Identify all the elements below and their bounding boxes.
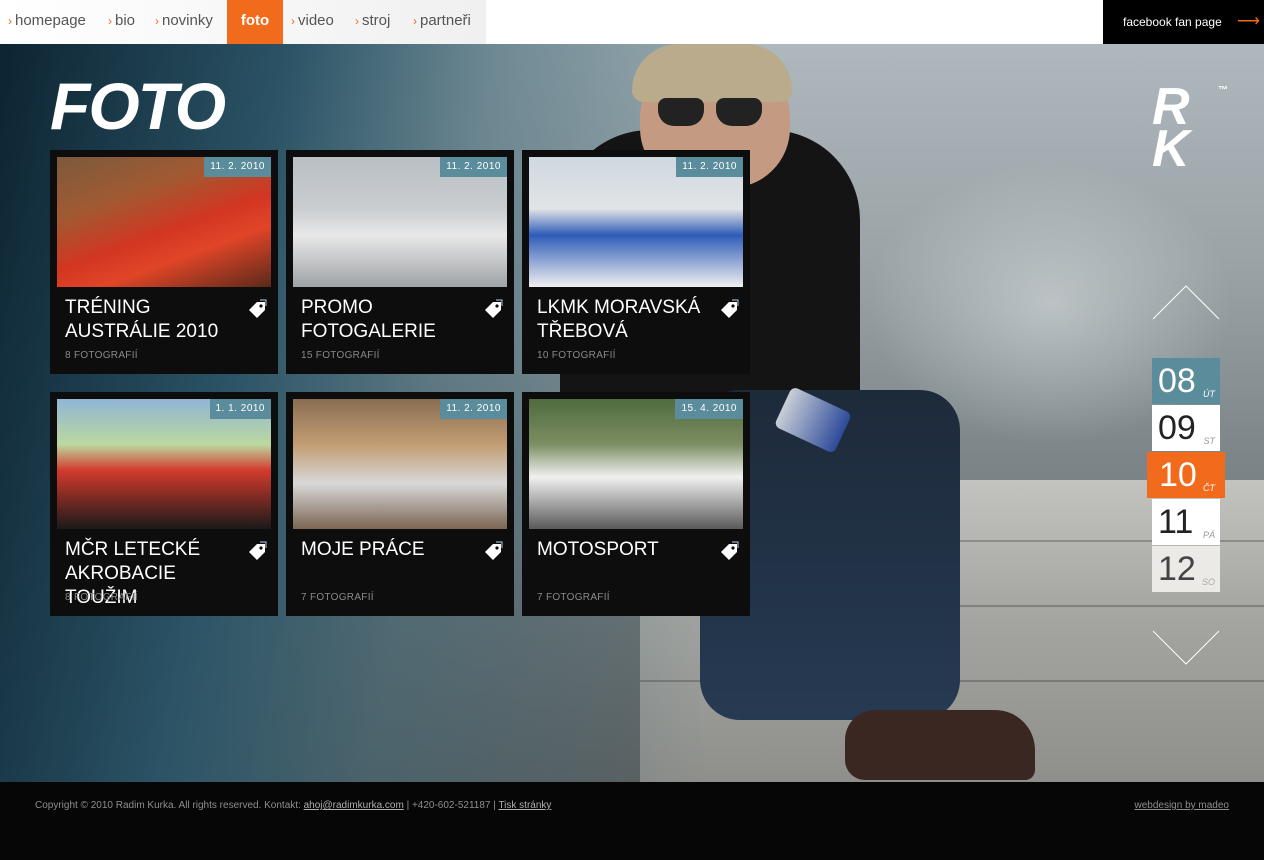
nav-item-bio[interactable]: › bio (108, 0, 135, 44)
arrow-right-icon: ⟶ (1237, 13, 1260, 30)
rk-logo[interactable]: RK ™ (1152, 78, 1232, 186)
page: › homepage › bio › novinky foto › video › str… (0, 0, 1264, 860)
day-number: 11 (1158, 503, 1194, 541)
trademark-mark: ™ (1218, 85, 1228, 96)
gallery-title: MOJE PRÁCE (301, 539, 425, 560)
person-hair (632, 44, 792, 102)
top-bar: › homepage › bio › novinky foto › video › str… (0, 0, 1264, 44)
date-badge: 11. 2. 2010 (440, 157, 507, 177)
arrow-icon: › (155, 14, 159, 28)
gallery-card[interactable]: 11. 2. 2010 PROMO FOTOGALERIE 15 FOTOGRAFI… (286, 150, 514, 374)
main-nav: › homepage › bio › novinky foto › video › str… (0, 0, 486, 44)
nav-item-partneri[interactable]: › partneři (413, 0, 471, 44)
calendar-day[interactable]: 10 ČT (1147, 452, 1225, 498)
day-number: 08 (1158, 362, 1196, 400)
day-number: 10 (1159, 456, 1197, 494)
arrow-icon: › (413, 14, 417, 28)
chevron-up-icon (1152, 285, 1220, 320)
gallery-card[interactable]: 11. 2. 2010 MOJE PRÁCE 7 FOTOGRAFIÍ (286, 392, 514, 616)
gallery-card[interactable]: 11. 2. 2010 TRÉNING AUSTRÁLIE 2010 8 FOTOG… (50, 150, 278, 374)
nav-item-novinky[interactable]: › novinky (155, 0, 213, 44)
nav-label: stroj (362, 12, 391, 29)
date-badge: 11. 2. 2010 (440, 399, 507, 419)
tag-icon (249, 299, 267, 318)
day-number: 09 (1158, 409, 1196, 447)
tag-icon (485, 541, 503, 560)
arrow-icon: › (108, 14, 112, 28)
tag-icon (721, 299, 739, 318)
photo-count: 10 FOTOGRAFIÍ (537, 350, 616, 361)
logo-text: RK (1152, 78, 1190, 178)
nav-label: foto (240, 12, 270, 29)
nav-label: homepage (15, 12, 86, 29)
calendar-day[interactable]: 12 SO (1152, 546, 1220, 592)
sunglasses (658, 98, 762, 126)
copyright-text: Copyright © 2010 Radim Kurka. All rights… (35, 800, 301, 811)
calendar-day[interactable]: 08 ÚT (1152, 358, 1220, 404)
weekday-label: ÚT (1203, 389, 1215, 399)
photo-count: 7 FOTOGRAFIÍ (537, 592, 610, 603)
calendar-up-button[interactable] (1152, 282, 1220, 322)
weekday-label: SO (1201, 577, 1215, 587)
tag-icon (249, 541, 267, 560)
nav-label: video (298, 12, 334, 29)
arrow-icon: › (291, 14, 295, 28)
print-page-link[interactable]: Tisk stránky (498, 800, 551, 811)
date-badge: 11. 2. 2010 (204, 157, 271, 177)
facebook-fan-page-link[interactable]: facebook fan page ⟶ (1103, 0, 1264, 44)
footer: Copyright © 2010 Radim Kurka. All rights… (0, 782, 1264, 860)
weekday-label: ST (1203, 436, 1215, 446)
nav-label: novinky (162, 12, 213, 29)
photo-count: 7 FOTOGRAFIÍ (301, 592, 374, 603)
arrow-icon: › (8, 14, 12, 28)
calendar-day[interactable]: 09 ST (1152, 405, 1220, 451)
contact-email-link[interactable]: ahoj@radimkurka.com (304, 800, 404, 811)
date-badge: 15. 4. 2010 (675, 399, 743, 419)
nav-item-stroj[interactable]: › stroj (355, 0, 390, 44)
photo-count: 8 FOTOGRAFIÍ (65, 350, 138, 361)
gallery-card[interactable]: 15. 4. 2010 MOTOSPORT 7 FOTOGRAFIÍ (522, 392, 750, 616)
day-number: 12 (1158, 550, 1196, 588)
nav-item-homepage[interactable]: › homepage (8, 0, 86, 44)
tag-icon (485, 299, 503, 318)
chevron-down-icon (1152, 630, 1220, 665)
calendar-day[interactable]: 11 PÁ (1152, 499, 1220, 545)
tag-icon (721, 541, 739, 560)
arrow-icon: › (355, 14, 359, 28)
footer-copyright: Copyright © 2010 Radim Kurka. All rights… (35, 800, 551, 811)
nav-label: bio (115, 12, 136, 29)
gallery-card[interactable]: 11. 2. 2010 LKMK MORAVSKÁ TŘEBOVÁ 10 FOTOG… (522, 150, 750, 374)
gallery-title: TRÉNING AUSTRÁLIE 2010 (65, 297, 219, 342)
gallery-card[interactable]: 1. 1. 2010 MČR LETECKÉ AKROBACIE TOUŽIM 8 … (50, 392, 278, 616)
weekday-label: ČT (1203, 483, 1215, 493)
nav-label: partneři (420, 12, 471, 29)
page-title: FOTO (50, 69, 226, 143)
calendar-down-button[interactable] (1152, 628, 1220, 668)
photo-count: 15 FOTOGRAFIÍ (301, 350, 380, 361)
gallery-title: MOTOSPORT (537, 539, 659, 560)
gallery-title: PROMO FOTOGALERIE (301, 297, 436, 342)
facebook-label: facebook fan page (1123, 15, 1222, 29)
webdesign-credit-link[interactable]: webdesign by madeo (1134, 800, 1229, 811)
date-badge: 11. 2. 2010 (676, 157, 743, 177)
photo-count: 8 FOTOGRAFIÍ (65, 592, 138, 603)
nav-item-foto[interactable]: foto (227, 0, 283, 44)
phone-text: | +420-602-521187 | (406, 800, 496, 811)
weekday-label: PÁ (1202, 530, 1215, 540)
nav-item-video[interactable]: › video (291, 0, 334, 44)
gallery-title: LKMK MORAVSKÁ TŘEBOVÁ (537, 297, 701, 342)
date-badge: 1. 1. 2010 (209, 399, 271, 419)
person-boot (845, 710, 1035, 780)
